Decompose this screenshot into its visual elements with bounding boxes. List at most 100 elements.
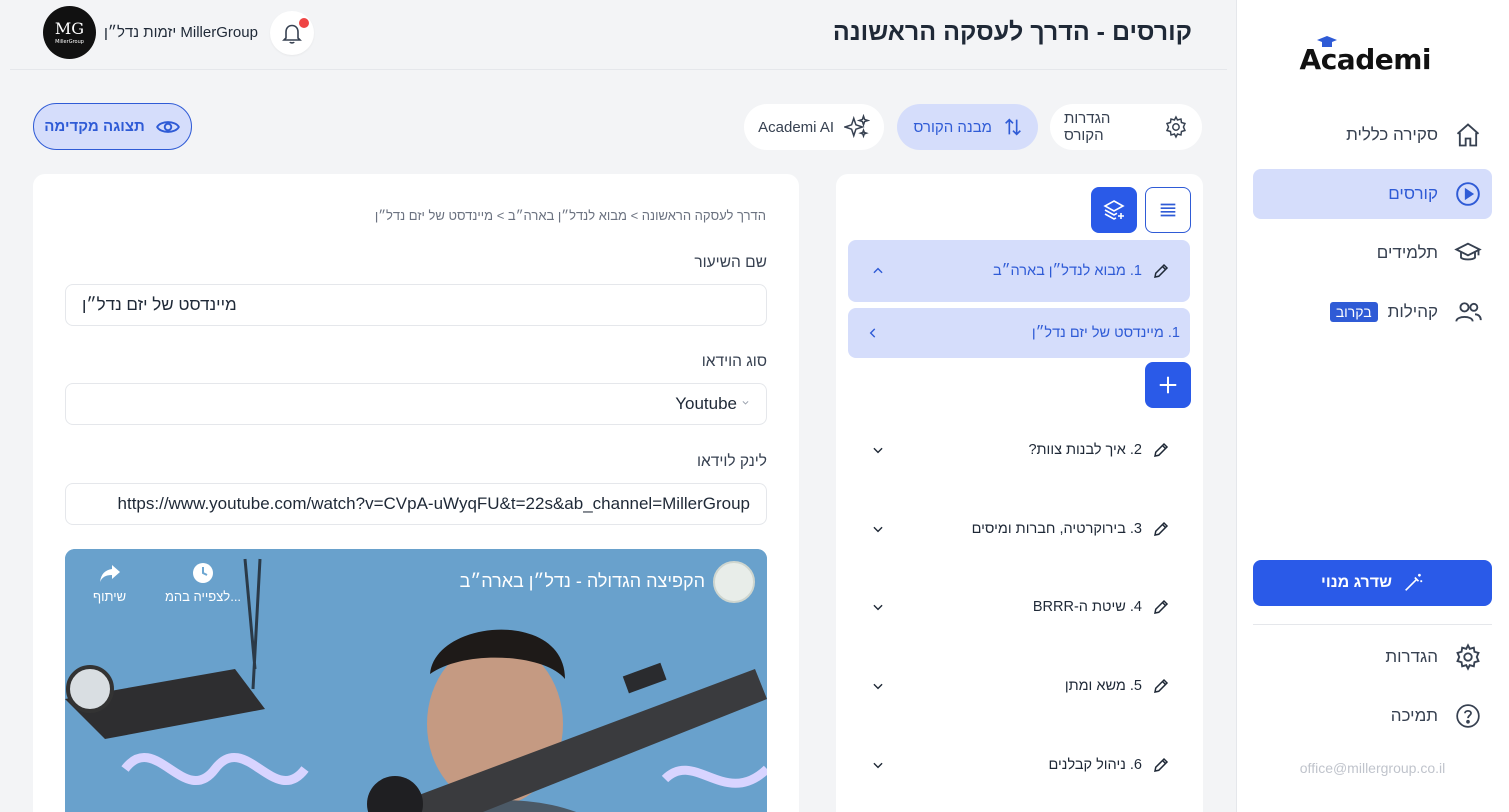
sidebar-item-support[interactable]: תמיכה [1253,691,1492,741]
sidebar-item-label: תלמידים [1376,243,1438,262]
coming-soon-badge: בקרוב [1329,302,1378,322]
chapter-label: 5. משא ומתן [1064,678,1142,694]
add-lesson-button[interactable] [1145,362,1191,408]
pencil-icon[interactable] [1152,520,1170,538]
chevron-down-icon[interactable] [868,443,888,457]
video-type-label: סוג הוידאו [701,353,767,370]
chevron-down-icon[interactable] [868,679,888,693]
preview-label: תצוגה מקדימה [44,118,145,135]
sidebar-item-label: קהילות [1387,302,1438,321]
watch-later-label: לצפייה בהמ... [165,589,242,604]
preview-button[interactable]: תצוגה מקדימה [33,103,192,150]
lesson-name-value: מיינדסט של יזם נדל״ן [82,295,237,314]
sidebar: Academi סקירה כללית קורסים תלמידים קהילו… [1236,0,1509,812]
chapter-label: 4. שיטת ה-BRRR [1032,599,1142,615]
channel-avatar[interactable] [713,561,755,603]
sidebar-item-communities[interactable]: קהילות בקרוב [1253,287,1492,337]
sidebar-item-label: סקירה כללית [1346,125,1438,144]
notifications-button[interactable] [270,11,314,55]
play-circle-icon [1454,180,1482,208]
list-view-button[interactable] [1145,187,1191,233]
lesson-name-label: שם השיעור [694,254,767,271]
upgrade-plan-button[interactable]: שדרג מנוי [1253,560,1492,606]
top-header: קורסים - הדרך לעסקה הראשונה MillerGroup … [10,0,1227,70]
chapter-label: 1. מבוא לנדל״ן בארה״ב [993,263,1142,279]
course-settings-label: הגדרות הקורס [1064,110,1111,144]
chapter-item[interactable]: 3. בירוקרטיה, חברות ומיסים [848,498,1190,560]
breadcrumb: הדרך לעסקה הראשונה > מבוא לנדל״ן בארה״ב … [374,208,766,223]
layers-plus-icon [1103,200,1125,220]
notification-dot [299,18,309,28]
course-structure-button[interactable]: מבנה הקורס [897,104,1038,150]
sparkles-icon [844,114,870,139]
lesson-item[interactable]: 1. מיינדסט של יזם נדל״ן [848,308,1190,358]
share-button[interactable]: שיתוף [93,561,126,604]
pencil-icon[interactable] [1152,598,1170,616]
upgrade-label: שדרג מנוי [1321,574,1392,591]
org-name[interactable]: MillerGroup יזמות נדל״ן [104,24,258,41]
pencil-icon[interactable] [1152,756,1170,774]
gear-icon [1454,643,1482,671]
video-link-value: https://www.youtube.com/watch?v=CVpA-uWy… [117,494,750,513]
course-settings-button[interactable]: הגדרות הקורס [1050,104,1202,150]
sidebar-item-overview[interactable]: סקירה כללית [1253,110,1492,160]
clock-icon [193,563,214,583]
page-title: קורסים - הדרך לעסקה הראשונה [832,18,1192,46]
course-structure-label: מבנה הקורס [913,118,992,136]
sidebar-item-students[interactable]: תלמידים [1253,228,1492,278]
add-layer-button[interactable] [1091,187,1137,233]
chapter-label: 3. בירוקרטיה, חברות ומיסים [971,521,1142,537]
chapter-item[interactable]: 1. מבוא לנדל״ן בארה״ב [848,240,1190,302]
video-link-input[interactable]: https://www.youtube.com/watch?v=CVpA-uWy… [65,483,767,525]
sidebar-item-label: הגדרות [1385,647,1438,666]
academi-logo[interactable]: Academi [1300,36,1432,80]
academi-ai-button[interactable]: Academi AI [744,104,884,150]
share-icon [99,565,120,582]
pencil-icon[interactable] [1152,262,1170,280]
users-icon [1454,298,1482,326]
lesson-editor-panel: הדרך לעסקה הראשונה > מבוא לנדל״ן בארה״ב … [33,174,799,812]
list-icon [1160,203,1176,217]
chevron-down-icon [741,398,750,410]
lesson-label: 1. מיינדסט של יזם נדל״ן [1031,325,1180,341]
chevron-down-icon[interactable] [868,758,888,772]
eye-icon [155,120,180,133]
pencil-icon[interactable] [1152,677,1170,695]
sidebar-item-label: קורסים [1388,184,1438,203]
sidebar-divider [1253,624,1492,625]
course-structure-panel: 1. מבוא לנדל״ן בארה״ב 1. מיינדסט של יזם … [836,174,1203,812]
chapter-item[interactable]: 4. שיטת ה-BRRR [848,576,1190,638]
share-label: שיתוף [93,589,127,604]
video-embed[interactable]: הקפיצה הגדולה - נדל״ן בארה״ב לצפייה בהמ.… [65,549,767,812]
sidebar-item-label: תמיכה [1390,706,1438,725]
help-circle-icon [1454,702,1482,730]
graduation-cap-icon [1454,239,1482,267]
watch-later-button[interactable]: לצפייה בהמ... [165,561,241,604]
avatar-monogram: MG [54,18,85,38]
sidebar-item-courses[interactable]: קורסים [1253,169,1492,219]
chevron-down-icon[interactable] [868,522,888,536]
pencil-icon[interactable] [1152,441,1170,459]
chapter-item[interactable]: 2. איך לבנות צוות? [848,419,1190,481]
chevron-left-icon[interactable] [866,326,880,340]
logo-text: Academi [1299,43,1432,76]
lesson-name-input[interactable]: מיינדסט של יזם נדל״ן [65,284,767,326]
gear-icon [1166,115,1187,139]
chapter-label: 6. ניהול קבלנים [1048,757,1143,773]
plus-icon [1159,376,1177,394]
home-icon [1454,121,1482,149]
video-type-value: Youtube [675,394,737,413]
video-link-label: לינק לוידאו [696,453,767,470]
support-email[interactable]: office@millergroup.co.il [1236,760,1509,776]
video-title[interactable]: הקפיצה הגדולה - נדל״ן בארה״ב [460,571,705,592]
avatar[interactable]: MG MillerGroup [43,6,96,59]
sort-arrows-icon [1005,118,1021,136]
chapter-item[interactable]: 5. משא ומתן [848,655,1190,717]
chapter-item[interactable]: 6. ניהול קבלנים [848,734,1190,796]
avatar-caption: MillerGroup [55,38,84,45]
video-type-select[interactable]: Youtube [65,383,767,425]
chevron-up-icon[interactable] [868,264,888,278]
academi-ai-label: Academi AI [758,118,834,136]
chevron-down-icon[interactable] [868,600,888,614]
sidebar-item-settings[interactable]: הגדרות [1253,632,1492,682]
